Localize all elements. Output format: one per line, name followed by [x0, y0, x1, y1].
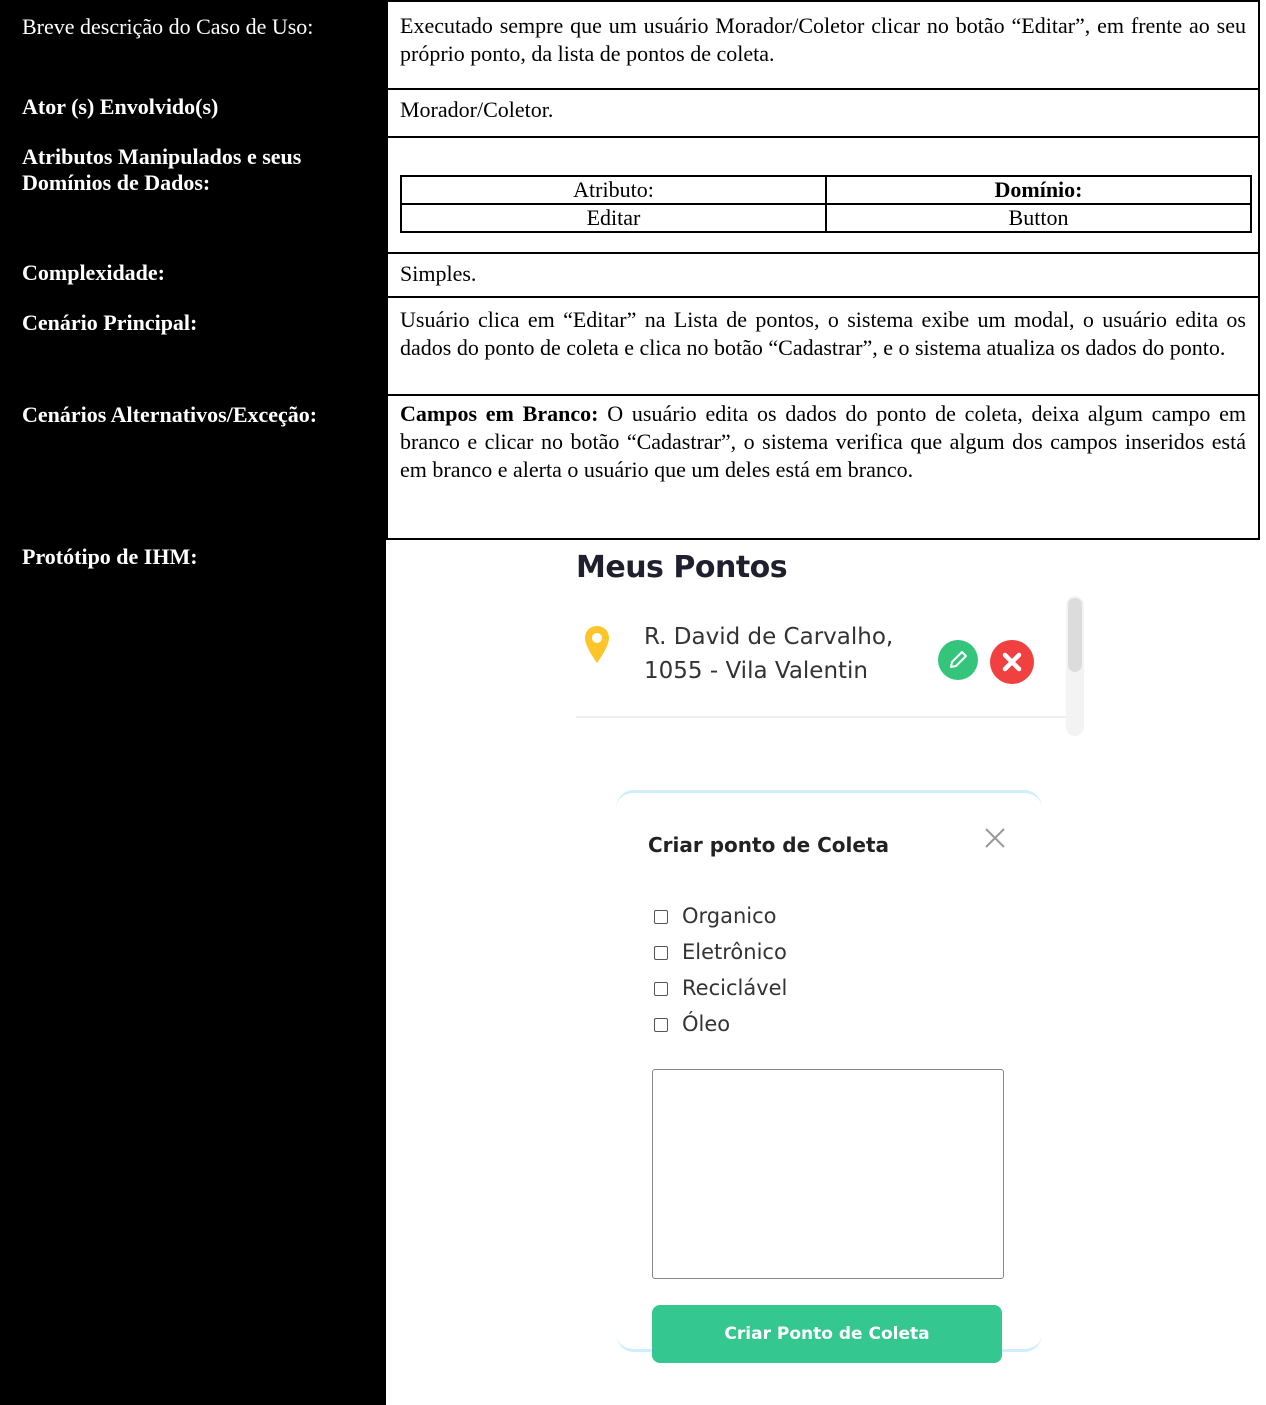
label-column — [0, 0, 386, 1405]
label-cenario-principal: Cenário Principal: — [22, 310, 198, 335]
checkbox-label: Eletrônico — [682, 940, 787, 964]
checkbox-label: Organico — [682, 904, 777, 928]
value-cenario-principal: Usuário clica em “Editar” na Lista de po… — [386, 296, 1260, 396]
create-point-button[interactable]: Criar Ponto de Coleta — [652, 1305, 1002, 1363]
delete-button[interactable] — [990, 640, 1034, 684]
label-complexidade: Complexidade: — [22, 260, 165, 285]
label-prototipo: Protótipo de IHM: — [22, 544, 198, 569]
address-line-1: R. David de Carvalho, — [644, 624, 894, 650]
edit-button[interactable] — [938, 640, 978, 680]
checkbox-reciclavel[interactable]: Reciclável — [654, 975, 787, 1001]
attributes-table: Atributo: Domínio: Editar Button — [400, 175, 1252, 233]
cell-dominio-button: Button — [825, 203, 1252, 233]
modal-title: Criar ponto de Coleta — [648, 833, 890, 857]
checkbox-eletronico[interactable]: Eletrônico — [654, 939, 787, 965]
value-cenarios-alternativos: Campos em Branco: O usuário edita os dad… — [386, 394, 1260, 540]
list-title: Meus Pontos — [576, 550, 788, 585]
campos-em-branco-label: Campos em Branco: — [400, 401, 599, 426]
checkbox-box[interactable] — [654, 982, 668, 996]
checkbox-box[interactable] — [654, 910, 668, 924]
label-cenarios-alternativos: Cenários Alternativos/Exceção: — [22, 402, 318, 427]
header-dominio: Domínio: — [825, 175, 1252, 205]
description-textarea[interactable] — [652, 1069, 1004, 1279]
close-icon — [1002, 652, 1022, 672]
value-complexidade: Simples. — [386, 252, 1260, 298]
checkbox-box[interactable] — [654, 946, 668, 960]
value-descricao: Executado sempre que um usuário Morador/… — [386, 0, 1260, 90]
label-atributos: Atributos Manipulados e seus Domínios de… — [22, 144, 302, 195]
cell-atributo-editar: Editar — [400, 203, 827, 233]
point-address: R. David de Carvalho, 1055 - Vila Valent… — [644, 620, 893, 688]
checkbox-oleo[interactable]: Óleo — [654, 1011, 730, 1037]
checkbox-organico[interactable]: Organico — [654, 903, 777, 929]
scrollbar-thumb[interactable] — [1068, 598, 1082, 672]
label-ator: Ator (s) Envolvido(s) — [22, 94, 219, 119]
checkbox-box[interactable] — [654, 1018, 668, 1032]
location-pin-icon — [585, 626, 609, 663]
prototype-area: Meus Pontos R. David de Carvalho, 1055 -… — [386, 540, 1266, 1405]
header-atributo: Atributo: — [400, 175, 827, 205]
create-point-modal: Criar ponto de Coleta Organico Eletrônic… — [616, 790, 1042, 1363]
pencil-icon — [950, 651, 967, 668]
checkbox-label: Óleo — [682, 1012, 731, 1036]
checkbox-label: Reciclável — [682, 976, 788, 1000]
list-divider — [576, 716, 1066, 718]
address-line-2: 1055 - Vila Valentin — [644, 658, 869, 684]
label-descricao: Breve descrição do Caso de Uso: — [22, 14, 314, 39]
value-atributos: Atributo: Domínio: Editar Button — [386, 136, 1260, 254]
modal-close-icon[interactable] — [984, 827, 1006, 849]
value-ator: Morador/Coletor. — [386, 88, 1260, 138]
